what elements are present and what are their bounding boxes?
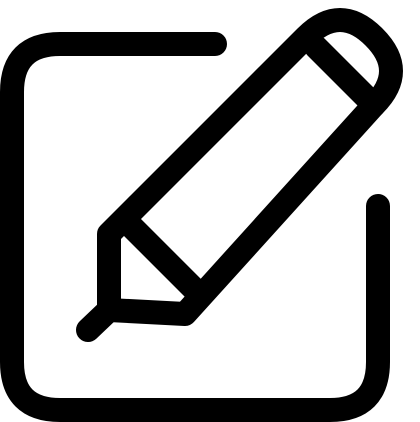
pencil-tip-line bbox=[119, 214, 205, 300]
edit-icon-container bbox=[0, 0, 420, 422]
edit-icon bbox=[0, 8, 403, 422]
frame-outline bbox=[0, 32, 390, 422]
pencil-ferrule-line bbox=[304, 35, 386, 117]
pencil-tip-tail bbox=[76, 298, 121, 342]
